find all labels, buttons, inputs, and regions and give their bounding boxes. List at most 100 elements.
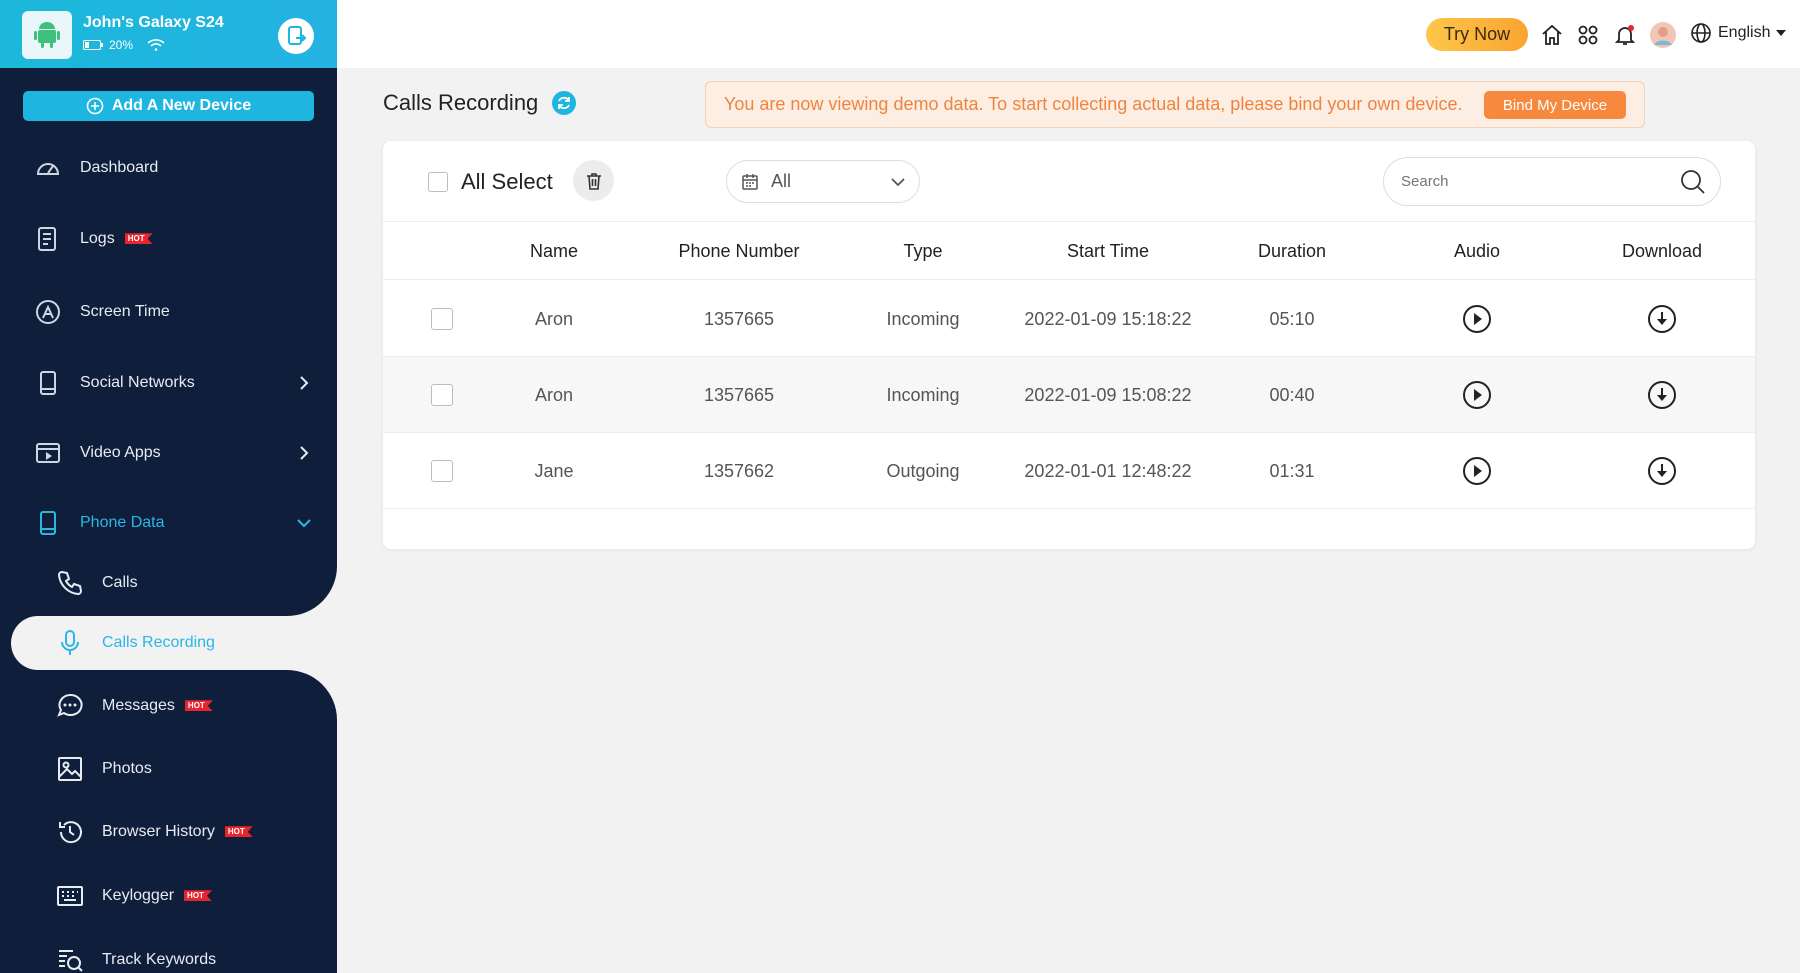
cell-type: Outgoing <box>886 460 960 481</box>
sidebar-item-label: Screen Time <box>80 303 170 320</box>
row-checkbox[interactable] <box>431 460 453 482</box>
table-header: Name Phone Number Type Start Time Durati… <box>383 222 1755 280</box>
page-title-row: Calls Recording <box>383 90 577 116</box>
sidebar-item-photos[interactable]: Photos <box>0 744 337 794</box>
recordings-card: All Select All Name Phone Number Type St… <box>383 141 1755 549</box>
caret-down-icon <box>1776 30 1787 36</box>
sidebar-item-social-networks[interactable]: Social Networks <box>0 358 337 408</box>
hot-badge: HOT <box>124 233 153 245</box>
battery-icon <box>83 40 103 50</box>
plus-circle-icon <box>86 97 104 115</box>
chevron-right-icon <box>300 446 309 460</box>
search-box <box>1383 157 1721 206</box>
cell-duration: 00:40 <box>1269 384 1315 405</box>
column-header-name: Name <box>529 240 579 261</box>
play-icon[interactable] <box>1462 281 1492 357</box>
chevron-down-icon <box>297 519 311 528</box>
cell-type: Incoming <box>886 308 960 329</box>
sidebar-item-label: Keylogger <box>102 887 175 904</box>
sidebar-item-phone-data[interactable]: Phone Data <box>0 498 337 548</box>
add-device-label: Add A New Device <box>111 97 252 114</box>
home-icon[interactable] <box>1538 21 1566 49</box>
sidebar-item-calls-recording[interactable]: Calls Recording <box>0 618 337 668</box>
page-title: Calls Recording <box>383 90 539 115</box>
sidebar-item-label: Dashboard <box>80 159 159 176</box>
wifi-icon <box>147 39 165 51</box>
sidebar-item-label: Browser History <box>102 823 215 840</box>
bell-icon[interactable] <box>1611 21 1639 49</box>
column-header-type: Type <box>903 240 943 261</box>
trash-icon[interactable] <box>573 160 614 201</box>
row-checkbox[interactable] <box>431 384 453 406</box>
language-selector[interactable]: English <box>1690 22 1787 44</box>
sidebar-item-track-keywords[interactable]: Track Keywords <box>0 935 337 973</box>
sidebar-item-dashboard[interactable]: Dashboard <box>0 143 337 193</box>
cell-name: Jane <box>534 460 574 481</box>
download-icon[interactable] <box>1647 281 1677 357</box>
sidebar-item-label: Calls Recording <box>102 634 215 651</box>
select-all-checkbox[interactable] <box>428 172 448 192</box>
history-icon <box>56 818 84 846</box>
battery-level: 20% <box>109 38 134 52</box>
mic-icon <box>56 629 84 657</box>
sidebar-item-screen-time[interactable]: Screen Time <box>0 287 337 337</box>
row-checkbox[interactable] <box>431 308 453 330</box>
bind-device-button[interactable]: Bind My Device <box>1484 91 1626 119</box>
sidebar-item-label: Social Networks <box>80 374 195 391</box>
call-icon <box>56 569 84 597</box>
all-select-label: All Select <box>461 169 553 194</box>
chevron-right-icon <box>300 376 309 390</box>
download-icon[interactable] <box>1647 357 1677 433</box>
try-now-button[interactable]: Try Now <box>1426 18 1528 51</box>
android-icon <box>22 11 72 59</box>
sidebar-item-calls[interactable]: Calls <box>0 558 337 608</box>
demo-banner: You are now viewing demo data. To start … <box>705 81 1645 128</box>
cell-name: Aron <box>534 384 574 405</box>
add-device-button[interactable]: Add A New Device <box>23 91 314 121</box>
table-toolbar: All Select All <box>383 141 1755 222</box>
cell-name: Aron <box>534 308 574 329</box>
keywords-icon <box>56 946 84 973</box>
column-header-audio: Audio <box>1453 240 1501 261</box>
device-header: John's Galaxy S24 20% <box>0 0 337 68</box>
refresh-icon[interactable] <box>552 91 577 115</box>
table-row: Aron 1357665 Incoming 2022-01-09 15:08:2… <box>383 357 1755 433</box>
sidebar-item-label: Phone Data <box>80 514 165 531</box>
download-icon[interactable] <box>1647 433 1677 509</box>
cell-start-time: 2022-01-09 15:08:22 <box>1024 384 1192 405</box>
sidebar-item-video-apps[interactable]: Video Apps <box>0 428 337 478</box>
sidebar-item-messages[interactable]: Messages HOT <box>0 681 337 731</box>
calendar-icon <box>742 173 758 190</box>
cell-duration: 05:10 <box>1269 308 1315 329</box>
all-select[interactable]: All Select <box>428 169 553 195</box>
search-input[interactable] <box>1401 173 1661 190</box>
hot-badge: HOT <box>184 890 212 902</box>
sidebar-item-label: Logs <box>80 230 115 247</box>
table-row: Jane 1357662 Outgoing 2022-01-01 12:48:2… <box>383 433 1755 509</box>
cell-duration: 01:31 <box>1269 460 1315 481</box>
column-header-download: Download <box>1621 240 1703 261</box>
language-label: English <box>1718 24 1771 41</box>
video-icon <box>34 439 62 467</box>
cell-type: Incoming <box>886 384 960 405</box>
avatar[interactable] <box>1649 21 1677 49</box>
column-header-start-time: Start Time <box>1066 240 1150 261</box>
photo-icon <box>56 755 84 783</box>
sidebar-item-logs[interactable]: Logs HOT <box>0 214 337 264</box>
hot-badge: HOT <box>224 826 253 838</box>
search-icon[interactable] <box>1680 169 1706 195</box>
sidebar-item-keylogger[interactable]: Keylogger HOT <box>0 871 337 921</box>
sidebar-item-browser-history[interactable]: Browser History HOT <box>0 807 337 857</box>
sidebar-item-label: Photos <box>102 760 152 777</box>
play-icon[interactable] <box>1462 357 1492 433</box>
keyboard-icon <box>56 882 84 910</box>
apps-icon[interactable] <box>1574 21 1602 49</box>
date-filter-dropdown[interactable]: All <box>726 160 920 203</box>
sidebar-item-label: Calls <box>102 574 138 591</box>
cell-phone: 1357665 <box>703 308 775 329</box>
switch-device-icon[interactable] <box>278 18 314 54</box>
device-name: John's Galaxy S24 <box>83 14 224 31</box>
play-icon[interactable] <box>1462 433 1492 509</box>
sidebar-item-label: Track Keywords <box>102 951 217 968</box>
hot-badge: HOT <box>184 700 213 712</box>
